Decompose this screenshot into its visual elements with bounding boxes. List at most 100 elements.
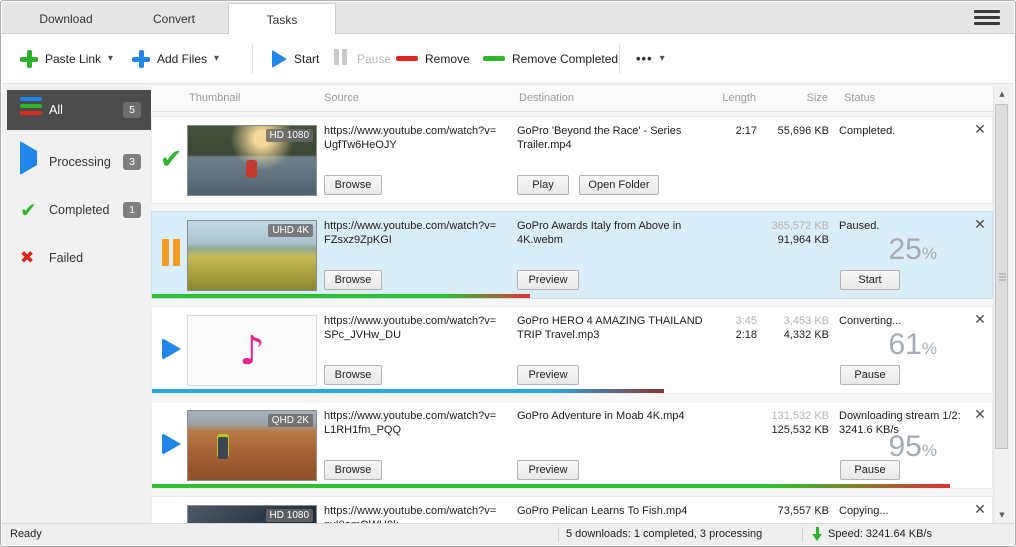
sidebar-item-label: All	[49, 103, 63, 117]
scroll-down-icon[interactable]: ▼	[994, 507, 1010, 523]
pause-icon	[334, 49, 350, 68]
menu-icon[interactable]	[974, 10, 1000, 27]
source-url: https://www.youtube.com/watch?v=nvI0amOW…	[324, 504, 512, 523]
thumbnail-hiker-canyon: QHD 2K	[187, 410, 317, 481]
row-state: ✔	[156, 117, 186, 201]
row-state	[156, 402, 186, 486]
sidebar-item-label: Failed	[49, 251, 83, 265]
task-row[interactable]: QHD 2K https://www.youtube.com/watch?v=L…	[151, 401, 993, 489]
tab-convert[interactable]: Convert	[120, 5, 228, 34]
more-options-button[interactable]: ••• ▾	[636, 34, 665, 83]
toolbar: Paste Link ▾ Add Files ▾ Start Pause Rem…	[2, 34, 1014, 83]
download-arrow-icon	[812, 527, 823, 542]
close-icon[interactable]: ✕	[970, 405, 990, 425]
start-button[interactable]: Start	[272, 34, 319, 83]
status-text: Completed.	[839, 124, 977, 138]
browse-button[interactable]: Browse	[324, 270, 382, 290]
sidebar-item-completed[interactable]: ✔ Completed 1	[7, 190, 151, 230]
row-state	[156, 307, 186, 391]
size-value: 3,453 KB4,332 KB	[759, 314, 829, 342]
cross-icon: ✖	[20, 247, 42, 269]
play-button[interactable]: Play	[517, 175, 569, 195]
task-row[interactable]: HD 1080 https://www.youtube.com/watch?v=…	[151, 496, 993, 523]
start-task-button[interactable]: Start	[840, 270, 900, 290]
progress-bar	[152, 484, 992, 488]
ellipsis-icon: •••	[636, 51, 653, 66]
downloads-summary: 5 downloads: 1 completed, 3 processing	[566, 528, 762, 540]
statusbar-divider	[558, 527, 559, 542]
size-value: 55,696 KB	[759, 124, 829, 138]
close-icon[interactable]: ✕	[970, 215, 990, 235]
close-icon[interactable]: ✕	[970, 120, 990, 140]
remove-label: Remove	[425, 52, 470, 66]
sidebar-item-all[interactable]: All 5	[7, 90, 151, 130]
header-status[interactable]: Status	[844, 92, 875, 104]
task-row[interactable]: ✔ HD 1080 https://www.youtube.com/watch?…	[151, 116, 993, 204]
remove-dash-icon	[396, 56, 418, 61]
remove-button[interactable]: Remove	[396, 34, 470, 83]
music-note-icon: ♪	[239, 328, 265, 374]
content-area: All 5 Processing 3 ✔ Completed 1 ✖ Faile…	[2, 83, 1014, 523]
quality-badge: HD 1080	[266, 509, 313, 522]
row-state	[156, 212, 186, 296]
remove-completed-button[interactable]: Remove Completed	[483, 34, 618, 83]
task-row[interactable]: ♪ https://www.youtube.com/watch?v=SPc_JV…	[151, 306, 993, 394]
header-thumbnail[interactable]: Thumbnail	[189, 92, 240, 104]
tab-download[interactable]: Download	[12, 5, 120, 34]
preview-button[interactable]: Preview	[517, 270, 579, 290]
source-url: https://www.youtube.com/watch?v=L1RH1fm_…	[324, 409, 512, 437]
sidebar-item-failed[interactable]: ✖ Failed	[7, 238, 151, 278]
open-folder-button[interactable]: Open Folder	[579, 175, 659, 195]
tab-bar: Download Convert Tasks	[2, 2, 1014, 34]
scrollbar-thumb[interactable]	[995, 104, 1008, 449]
browse-button[interactable]: Browse	[324, 460, 382, 480]
destination-file: GoPro Adventure in Moab 4K.mp4	[517, 409, 719, 423]
play-icon	[162, 433, 181, 455]
pause-task-button[interactable]: Pause	[840, 460, 900, 480]
check-icon: ✔	[20, 199, 42, 221]
count-badge: 5	[123, 102, 141, 118]
header-source[interactable]: Source	[324, 92, 359, 104]
header-size[interactable]: Size	[758, 92, 828, 104]
pause-button[interactable]: Pause	[334, 34, 391, 83]
chevron-down-icon: ▾	[660, 53, 665, 64]
close-icon[interactable]: ✕	[970, 500, 990, 520]
list-header: Thumbnail Source Destination Length Size…	[151, 86, 993, 112]
pause-label: Pause	[357, 52, 391, 66]
length-value: 3:452:18	[685, 314, 757, 342]
task-row[interactable]: UHD 4K https://www.youtube.com/watch?v=F…	[151, 211, 993, 299]
toolbar-divider	[252, 44, 253, 74]
sidebar-item-processing[interactable]: Processing 3	[7, 142, 151, 182]
chevron-down-icon[interactable]: ▾	[108, 53, 113, 64]
row-state	[156, 497, 186, 523]
chevron-down-icon[interactable]: ▾	[214, 53, 219, 64]
vertical-scrollbar[interactable]: ▲ ▼	[993, 86, 1009, 523]
start-label: Start	[294, 52, 319, 66]
preview-button[interactable]: Preview	[517, 365, 579, 385]
check-icon: ✔	[160, 144, 183, 175]
add-files-button[interactable]: Add Files ▾	[132, 34, 219, 83]
paste-link-button[interactable]: Paste Link ▾	[20, 34, 113, 83]
close-icon[interactable]: ✕	[970, 310, 990, 330]
quality-badge: HD 1080	[266, 129, 313, 142]
source-url: https://www.youtube.com/watch?v=SPc_JVHw…	[324, 314, 512, 342]
pause-task-button[interactable]: Pause	[840, 365, 900, 385]
app-window: Download Convert Tasks Paste Link ▾ Add …	[0, 0, 1016, 547]
length-value: 2:17	[685, 124, 757, 138]
header-length[interactable]: Length	[684, 92, 756, 104]
preview-button[interactable]: Preview	[517, 460, 579, 480]
statusbar-divider	[802, 527, 803, 542]
tab-tasks[interactable]: Tasks	[228, 3, 336, 35]
speed-value: Speed: 3241.64 KB/s	[828, 528, 932, 540]
browse-button[interactable]: Browse	[324, 365, 382, 385]
status-bar: Ready 5 downloads: 1 completed, 3 proces…	[2, 523, 1014, 545]
thumbnail-vineyard-mountains: UHD 4K	[187, 220, 317, 291]
sidebar-item-label: Completed	[49, 203, 109, 217]
source-url: https://www.youtube.com/watch?v=FZsxz9Zp…	[324, 219, 512, 247]
browse-button[interactable]: Browse	[324, 175, 382, 195]
paste-link-label: Paste Link	[45, 52, 101, 66]
remove-completed-label: Remove Completed	[512, 52, 618, 66]
header-destination[interactable]: Destination	[519, 92, 574, 104]
scroll-up-icon[interactable]: ▲	[994, 86, 1010, 102]
thumbnail-cyclist-road: HD 1080	[187, 125, 317, 196]
